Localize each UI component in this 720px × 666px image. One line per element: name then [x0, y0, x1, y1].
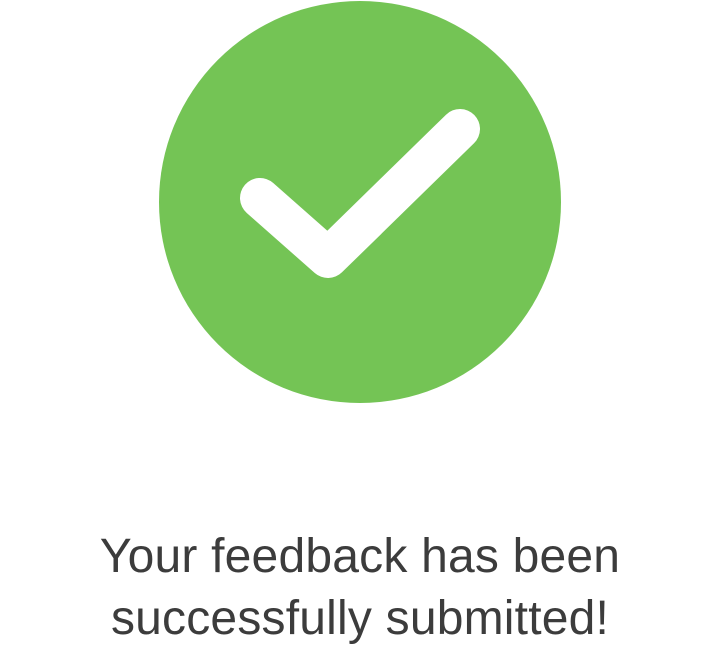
- check-circle-icon: [159, 1, 561, 403]
- success-message-line-1: Your feedback has been: [99, 530, 621, 583]
- feedback-success-screen: Your feedback has been successfully subm…: [0, 0, 720, 666]
- success-message: Your feedback has been successfully subm…: [0, 526, 720, 650]
- success-message-line-2: successfully submitted!: [110, 592, 610, 645]
